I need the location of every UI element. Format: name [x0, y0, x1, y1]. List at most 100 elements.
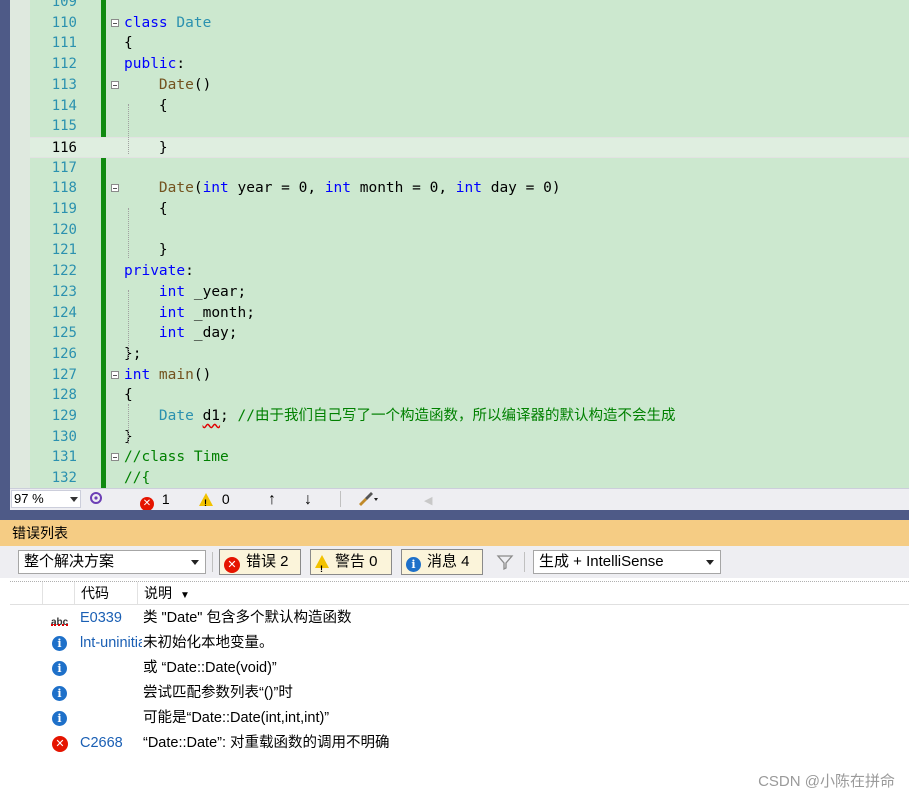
line-number: 110 [51, 14, 77, 31]
line-number: 124 [51, 304, 77, 321]
filter-icon[interactable] [496, 553, 514, 571]
code-text: public: [124, 56, 186, 73]
watermark: CSDN @⁠⁠小陈在拼命⁠⁠ [758, 773, 895, 790]
table-row[interactable]: i 尝试匹配参数列表“()”时 [10, 681, 909, 706]
code-line[interactable]: 111 { [30, 33, 909, 54]
code-line[interactable]: 120 [30, 220, 909, 241]
zoom-dropdown[interactable]: 97 % [11, 490, 81, 508]
table-row[interactable]: i 可能是“Date::Date(int,int,int)” [10, 706, 909, 731]
error-list-table: 代码 说明 ▼ abc E0339 类 "Date" 包含多个默认构造函数 i lnt-u… [10, 578, 909, 758]
brush-icon[interactable] [356, 489, 380, 511]
warning-icon [199, 493, 213, 512]
zoom-level: 97 % [14, 491, 44, 506]
code-line[interactable]: 118 Date(int year = 0, int month = 0, in… [30, 178, 909, 199]
line-number: 120 [51, 221, 77, 238]
code-line[interactable]: 121 } [30, 240, 909, 261]
error-icon: ✕ [52, 736, 68, 752]
status-errors[interactable]: ✕ 1 [140, 491, 170, 511]
error-icon: ✕ [224, 557, 240, 573]
row-code[interactable]: C2668 [80, 731, 142, 756]
header-description[interactable]: 说明 ▼ [137, 582, 444, 604]
error-list-title: 错误列表 [0, 520, 909, 546]
indicator-margin[interactable] [10, 0, 30, 488]
line-number: 109 [51, 0, 77, 10]
messages-filter-label: 消息 4 [427, 553, 470, 570]
line-number: 114 [51, 97, 77, 114]
window-left-border [0, 0, 10, 520]
table-row[interactable]: i 或 “Date::Date(void)” [10, 656, 909, 681]
code-line[interactable]: 126}; [30, 344, 909, 365]
status-warnings[interactable]: 0 [199, 491, 230, 512]
row-code[interactable]: lnt-uninitialized-local [80, 631, 142, 656]
code-text: } [124, 242, 168, 259]
chevron-down-icon [706, 560, 714, 565]
code-text: int _year; [158, 283, 247, 300]
source-dropdown[interactable]: 生成 + IntelliSense [533, 550, 721, 574]
code-editor[interactable]: 109 110 class Date 111 { 112 public: 113 Date()… [0, 0, 909, 488]
collapse-icon[interactable] [111, 18, 119, 27]
header-code-label: 代码 [81, 585, 109, 601]
code-line[interactable]: 128{ [30, 385, 909, 406]
row-code[interactable]: E0339 [80, 606, 142, 631]
line-number: 129 [51, 408, 77, 424]
messages-filter-button[interactable]: i 消息 4 [401, 549, 483, 575]
code-text: //{ [124, 470, 151, 487]
code-text: }; [124, 345, 142, 362]
row-description: 类 "Date" 包含多个默认构造函数 [143, 610, 352, 626]
code-line[interactable]: 122 private: [30, 261, 909, 282]
code-line[interactable]: 117 [30, 158, 909, 179]
code-line[interactable]: 127 int main() [30, 365, 909, 386]
header-icon-column[interactable] [42, 582, 44, 604]
info-icon: i [52, 711, 67, 726]
line-number: 112 [51, 56, 77, 73]
code-text: { [124, 97, 168, 114]
code-line[interactable]: 114 { [30, 96, 909, 117]
line-number: 130 [51, 428, 77, 445]
code-line[interactable]: 109 [30, 0, 909, 13]
collapse-icon[interactable] [111, 184, 119, 193]
code-line[interactable]: 132 //{ [30, 468, 909, 488]
code-text: class Date [124, 14, 212, 31]
status-warnings-count: 0 [221, 491, 230, 507]
code-line[interactable]: 130} [30, 427, 909, 448]
code-text: private: [124, 263, 194, 280]
code-line[interactable]: 124 int _month; [30, 303, 909, 324]
source-value: 生成 + IntelliSense [539, 553, 664, 570]
scope-dropdown[interactable]: 整个解决方案 [18, 550, 206, 574]
errors-filter-button[interactable]: ✕ 错误 2 [219, 549, 301, 575]
code-line[interactable]: 125 int _day; [30, 323, 909, 344]
collapse-icon[interactable] [111, 80, 119, 89]
code-line[interactable]: 116 } [30, 136, 909, 158]
code-line[interactable]: 119 { [30, 199, 909, 220]
arrow-down-icon[interactable]: ↓ [304, 491, 312, 508]
collapse-icon[interactable] [111, 453, 119, 462]
table-header: 代码 说明 ▼ [10, 581, 909, 605]
code-line[interactable]: 115 [30, 116, 909, 137]
code-line[interactable]: 129 Date d1; //由于我们自己写了一个构造函数，所以编译器的默认构造… [30, 406, 909, 427]
header-code[interactable]: 代码 [74, 582, 143, 604]
panel-splitter[interactable] [0, 510, 909, 520]
table-row[interactable]: ✕ C2668 “Date::Date”: 对重载函数的调用不明确 [10, 731, 909, 756]
code-line[interactable]: 123 int _year; [30, 282, 909, 303]
chevron-down-icon [70, 497, 78, 502]
line-number: 125 [51, 325, 77, 342]
line-number: 123 [51, 283, 77, 300]
code-line[interactable]: 112 public: [30, 54, 909, 75]
intellicode-icon[interactable] [88, 490, 104, 510]
table-row[interactable]: i lnt-uninitialized-local未初始化本地变量。 [10, 631, 909, 656]
table-row[interactable]: abc E0339 类 "Date" 包含多个默认构造函数 [10, 606, 909, 631]
error-icon: ✕ [140, 497, 154, 511]
error-list-toolbar: 整个解决方案 ✕ 错误 2 警告 0 i 消息 4 生成 + IntelliSens… [0, 546, 909, 581]
indent-guide [128, 404, 130, 444]
line-number: 116 [51, 139, 77, 156]
scroll-left-icon[interactable]: ◀ [424, 493, 432, 510]
code-line[interactable]: 113 Date() [30, 75, 909, 96]
arrow-up-icon[interactable]: ↑ [268, 491, 276, 508]
warnings-filter-button[interactable]: 警告 0 [310, 549, 392, 581]
code-line[interactable]: 131 //class Time [30, 447, 909, 468]
scope-value: 整个解决方案 [24, 553, 115, 570]
code-line[interactable]: 110 class Date [30, 13, 909, 34]
status-errors-count: 1 [161, 491, 170, 507]
info-icon: i [406, 557, 421, 572]
collapse-icon[interactable] [111, 370, 119, 379]
